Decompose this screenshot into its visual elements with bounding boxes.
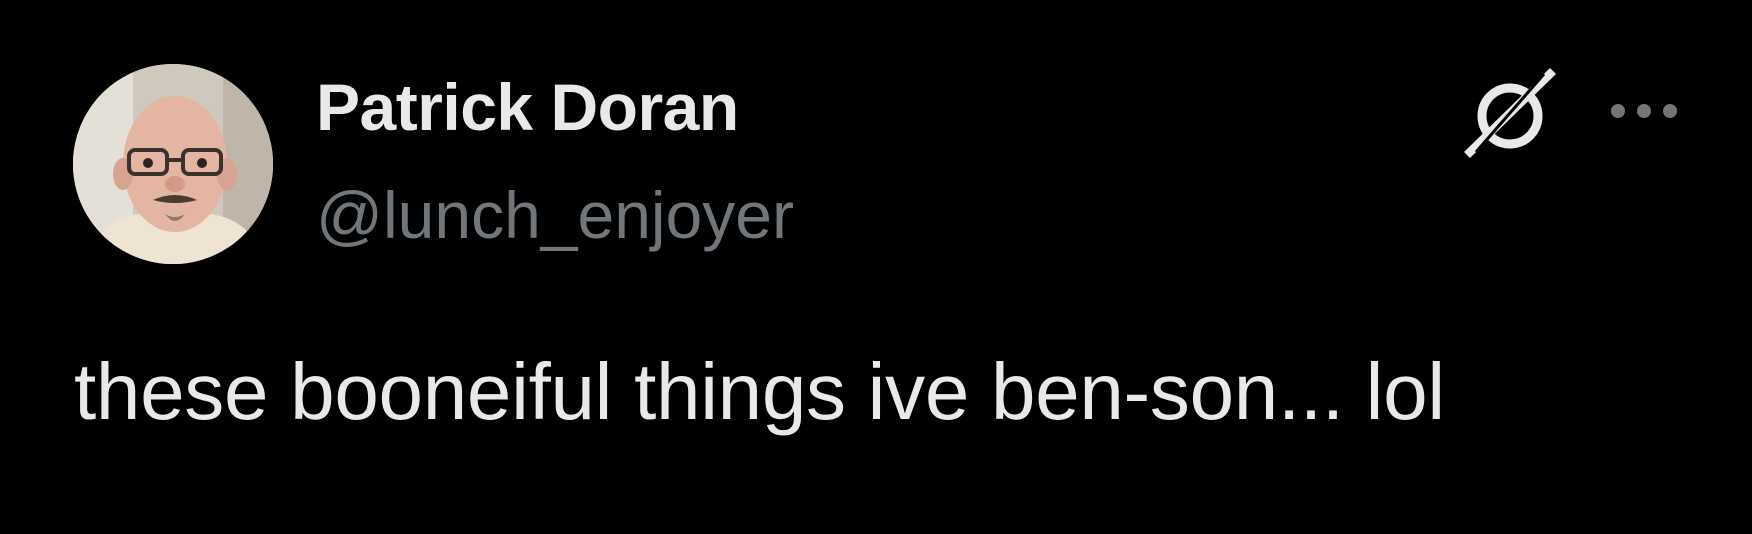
tweet-card: Patrick Doran @lunch_enjoyer these boone…: [0, 0, 1752, 534]
author-handle[interactable]: @lunch_enjoyer: [316, 182, 794, 248]
grok-icon[interactable]: [1462, 64, 1558, 160]
avatar-image: [73, 64, 273, 264]
more-options-icon[interactable]: [1604, 96, 1684, 126]
author-avatar[interactable]: [73, 64, 273, 264]
tweet-text: these booneiful things ive ben-son... lo…: [74, 347, 1445, 436]
author-display-name[interactable]: Patrick Doran: [316, 74, 739, 140]
